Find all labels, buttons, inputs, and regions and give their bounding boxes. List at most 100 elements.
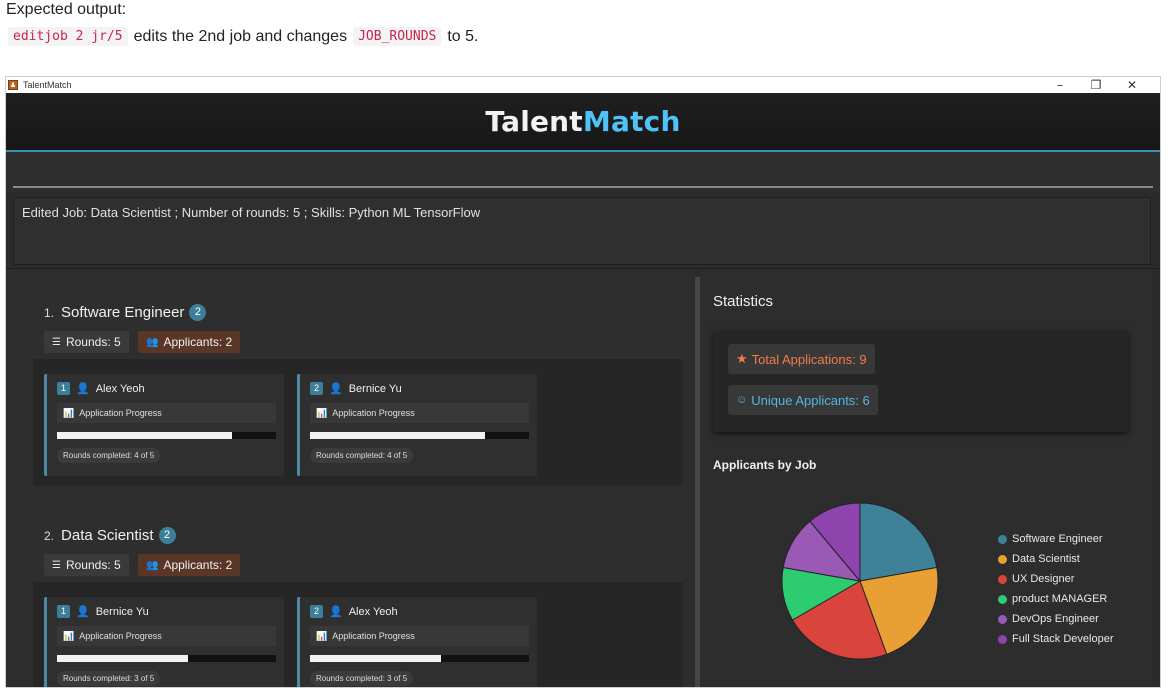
applicant-name: Bernice Yu	[348, 382, 402, 395]
applicant-count-badge: 2	[189, 304, 207, 321]
users-icon: 👥	[146, 336, 159, 348]
legend-item: DevOps Engineer	[998, 609, 1114, 629]
applicants-chip: 👥 Applicants: 2	[138, 554, 241, 576]
job-list-pane[interactable]: 1. Software Engineer 2 ☰ Rounds: 5 👥 App…	[6, 269, 696, 687]
job-index: 1.	[44, 305, 55, 320]
legend-label: Data Scientist	[1012, 553, 1080, 565]
title-bar[interactable]: ♟ TalentMatch – ❐ ✕	[6, 77, 1160, 93]
user-icon: 👤	[76, 606, 90, 618]
rounds-completed: Rounds completed: 3 of 5	[310, 671, 414, 686]
doc-text-mid: edits the 2nd job and changes	[133, 27, 348, 45]
applicant-header: 2 👤 Alex Yeoh	[310, 605, 398, 618]
applicant-index: 2	[310, 382, 323, 395]
progress-label: 📊 Application Progress	[310, 403, 529, 423]
applicant-count-badge: 2	[158, 527, 176, 544]
total-applications-text: Total Applications: 9	[751, 351, 867, 367]
list-icon: ☰	[52, 336, 61, 348]
progress-fill	[310, 655, 442, 662]
applicant-header: 1 👤 Alex Yeoh	[57, 382, 145, 395]
job-title: 2. Data Scientist 2	[44, 527, 176, 544]
bar-chart-icon: 📊	[316, 407, 328, 418]
legend-label: DevOps Engineer	[1012, 613, 1099, 625]
statistics-pane: Statistics ★ Total Applications: 9 ☺ Uni…	[700, 269, 1152, 687]
command-input[interactable]	[13, 172, 1153, 188]
rounds-chip: ☰ Rounds: 5	[44, 554, 129, 576]
legend-label: product MANAGER	[1012, 593, 1108, 605]
bar-chart-icon: 📊	[63, 630, 75, 641]
job-name: Software Engineer	[61, 304, 185, 321]
restore-button[interactable]: ❐	[1078, 77, 1114, 93]
total-applications: ★ Total Applications: 9	[728, 344, 875, 374]
progress-bar	[57, 655, 276, 662]
doc-text-end: to 5.	[447, 27, 479, 45]
rounds-completed: Rounds completed: 4 of 5	[57, 448, 161, 463]
job-index: 2.	[44, 528, 55, 543]
app-icon: ♟	[8, 80, 18, 90]
rounds-label: Rounds: 5	[65, 335, 121, 349]
progress-label-text: Application Progress	[79, 631, 162, 641]
applicant-card[interactable]: 1 👤 Bernice Yu 📊 Application Progress Ro…	[44, 597, 284, 687]
legend-swatch	[998, 614, 1007, 624]
applicant-header: 2 👤 Bernice Yu	[310, 382, 402, 395]
legend-swatch	[998, 634, 1007, 644]
rounds-completed: Rounds completed: 4 of 5	[310, 448, 414, 463]
statistics-title: Statistics	[713, 293, 774, 310]
job-name: Data Scientist	[61, 527, 154, 544]
applicant-index: 1	[57, 605, 70, 618]
applicant-index: 2	[310, 605, 323, 618]
doc-description: editjob 2 jr/5 edits the 2nd job and cha…	[8, 27, 479, 46]
progress-label: 📊 Application Progress	[57, 626, 276, 646]
unique-applicants-text: Unique Applicants: 6	[751, 392, 870, 408]
chart-legend: Software Engineer Data Scientist UX Design…	[998, 529, 1114, 649]
job-card-header: 2. Data Scientist 2 ☰ Rounds: 5 👥 Applic…	[33, 515, 683, 582]
close-button[interactable]: ✕	[1114, 77, 1150, 93]
brand-logo: TalentMatch	[485, 105, 680, 138]
legend-label: Full Stack Developer	[1012, 633, 1114, 645]
chart-title: Applicants by Job	[713, 458, 817, 472]
rounds-label: Rounds: 5	[65, 558, 121, 572]
legend-item: UX Designer	[998, 569, 1114, 589]
applicant-name: Alex Yeoh	[348, 605, 398, 618]
applicant-card[interactable]: 2 👤 Alex Yeoh 📊 Application Progress Rou…	[297, 597, 537, 687]
applicant-header: 1 👤 Bernice Yu	[57, 605, 149, 618]
progress-bar	[57, 432, 276, 439]
legend-swatch	[998, 594, 1007, 604]
applicant-index: 1	[57, 382, 70, 395]
minimize-button[interactable]: –	[1042, 77, 1078, 93]
command-area	[6, 152, 1160, 192]
star-icon: ★	[736, 351, 748, 366]
users-icon: 👥	[146, 559, 159, 571]
progress-label-text: Application Progress	[332, 631, 415, 641]
smiley-icon: ☺	[736, 394, 748, 406]
applicant-card[interactable]: 1 👤 Alex Yeoh 📊 Application Progress Rou…	[44, 374, 284, 476]
progress-fill	[57, 655, 189, 662]
applicant-name: Bernice Yu	[95, 605, 149, 618]
applicant-name: Alex Yeoh	[95, 382, 145, 395]
legend-item: Data Scientist	[998, 549, 1114, 569]
rounds-completed: Rounds completed: 3 of 5	[57, 671, 161, 686]
legend-item: Software Engineer	[998, 529, 1114, 549]
applicant-card[interactable]: 2 👤 Bernice Yu 📊 Application Progress Ro…	[297, 374, 537, 476]
legend-item: Full Stack Developer	[998, 629, 1114, 649]
job-card[interactable]: 2. Data Scientist 2 ☰ Rounds: 5 👥 Applic…	[33, 515, 683, 687]
applicants-label: Applicants: 2	[163, 558, 233, 572]
list-icon: ☰	[52, 559, 61, 571]
statistics-summary: ★ Total Applications: 9 ☺ Unique Applica…	[713, 331, 1128, 432]
window-title: TalentMatch	[23, 80, 72, 90]
legend-label: UX Designer	[1012, 573, 1075, 585]
progress-label-text: Application Progress	[332, 408, 415, 418]
applicants-label: Applicants: 2	[163, 335, 233, 349]
doc-heading: Expected output:	[6, 1, 127, 18]
job-card[interactable]: 1. Software Engineer 2 ☰ Rounds: 5 👥 App…	[33, 292, 683, 485]
legend-item: product MANAGER	[998, 589, 1114, 609]
rounds-chip: ☰ Rounds: 5	[44, 331, 129, 353]
legend-swatch	[998, 534, 1007, 544]
progress-fill	[310, 432, 486, 439]
app-header: TalentMatch	[6, 93, 1160, 152]
unique-applicants: ☺ Unique Applicants: 6	[728, 385, 878, 415]
bar-chart-icon: 📊	[316, 630, 328, 641]
job-title: 1. Software Engineer 2	[44, 304, 207, 321]
progress-label: 📊 Application Progress	[310, 626, 529, 646]
result-display: Edited Job: Data Scientist ; Number of r…	[13, 197, 1151, 265]
brand-part-2: Match	[582, 105, 681, 138]
